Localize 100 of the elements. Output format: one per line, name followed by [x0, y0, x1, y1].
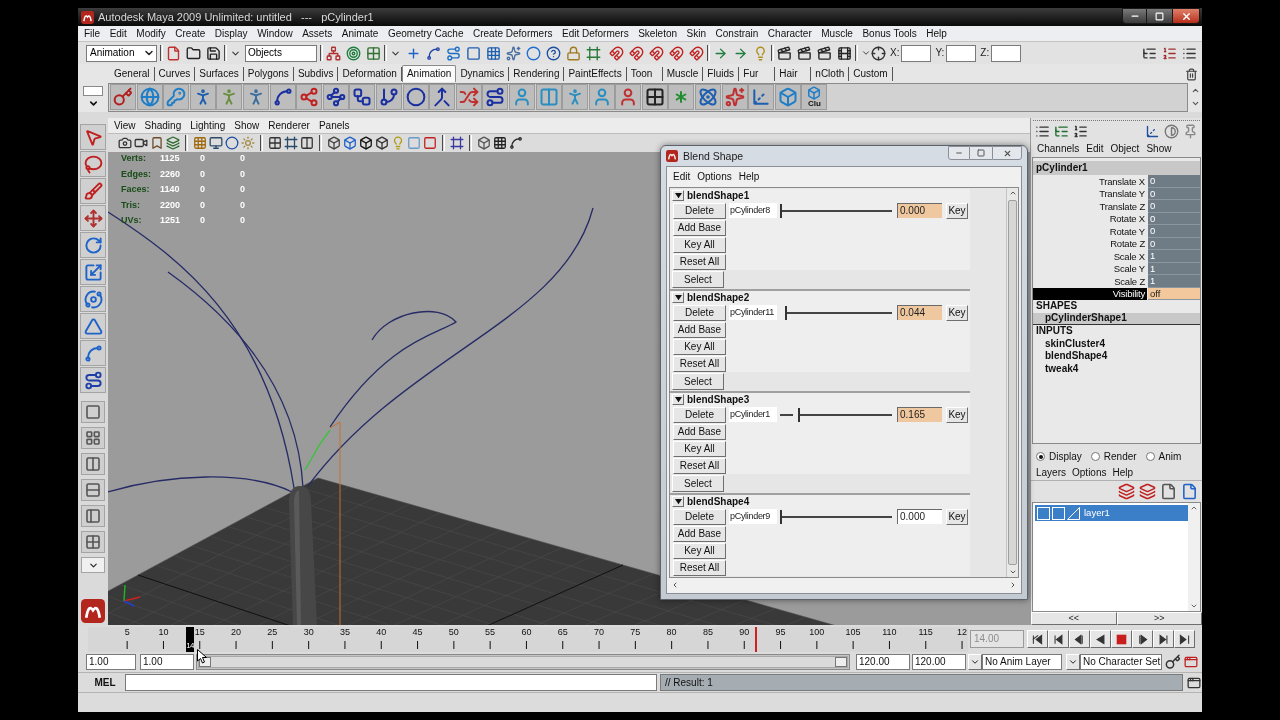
blend-shape-button[interactable]: Reset All [673, 457, 726, 474]
cube-icon[interactable] [359, 136, 373, 150]
menu-item[interactable]: Constrain [715, 28, 759, 39]
input-node[interactable]: blendShape4 [1045, 351, 1108, 362]
spline-icon[interactable] [426, 45, 441, 61]
pointer-icon[interactable] [80, 124, 106, 150]
arrow-right-icon[interactable] [733, 45, 748, 61]
radio-button[interactable] [1145, 452, 1155, 461]
video-camera-icon[interactable] [134, 136, 148, 150]
step-forward-button[interactable] [1132, 630, 1153, 648]
help-icon[interactable] [546, 45, 561, 61]
bookmark-icon[interactable] [150, 136, 164, 150]
move-icon[interactable] [80, 205, 106, 231]
branch-icon[interactable] [375, 84, 402, 110]
slider-thumb[interactable] [798, 407, 801, 422]
menu-item[interactable]: Modify [136, 28, 166, 39]
delete-button[interactable]: Delete [673, 406, 726, 423]
channel-label[interactable]: Scale Z [1033, 275, 1147, 288]
menu-item[interactable]: Assets [302, 28, 333, 39]
file-icon[interactable] [1160, 483, 1177, 500]
input-node[interactable]: skinCluster4 [1045, 338, 1106, 349]
channel-label[interactable]: Translate Y [1033, 187, 1147, 200]
square-icon[interactable] [423, 136, 437, 150]
skip-back-button[interactable] [1027, 630, 1048, 648]
waypoints-icon[interactable] [322, 84, 349, 110]
shelf-tab[interactable]: PaintEffects [564, 67, 627, 81]
channel-label[interactable]: Rotate Z [1033, 237, 1147, 250]
weight-field[interactable]: 0.000 [897, 203, 942, 218]
select-button[interactable]: Select [672, 475, 724, 492]
blend-shape-button[interactable]: Reset All [673, 559, 726, 576]
scale-icon[interactable] [80, 259, 106, 285]
menu-item[interactable]: Help [738, 172, 760, 182]
key-button[interactable]: Key [946, 202, 968, 219]
channel-label[interactable]: Scale Y [1033, 262, 1147, 275]
shelf-tab[interactable]: Toon [626, 67, 663, 81]
figure-icon[interactable] [216, 84, 243, 110]
coordinate-field[interactable] [991, 44, 1022, 62]
shelf-tab[interactable]: Curves [154, 67, 196, 81]
magnet-icon[interactable] [629, 45, 644, 61]
figure-icon[interactable] [242, 84, 269, 110]
sparkles-icon[interactable] [506, 45, 521, 61]
pager-button[interactable]: << [1031, 612, 1117, 625]
object-name[interactable]: pCylinder1 [1033, 161, 1200, 175]
channel-menu-item[interactable]: Channels [1037, 144, 1080, 154]
channel-value-field[interactable]: 0 [1148, 225, 1200, 238]
globe-icon[interactable] [136, 84, 163, 110]
panel-menu-item[interactable]: Panels [318, 120, 350, 131]
sparkles-icon[interactable] [721, 84, 748, 110]
figure-icon[interactable] [189, 84, 216, 110]
blend-shape-button[interactable]: Reset All [673, 355, 726, 372]
shelf-tab[interactable]: Fur [739, 67, 776, 81]
panel-icon[interactable] [81, 505, 105, 527]
person-icon[interactable] [615, 84, 642, 110]
shelf-tab[interactable]: Deformation [338, 67, 402, 81]
key-button[interactable]: Key [946, 304, 968, 321]
slider-track[interactable] [780, 202, 892, 219]
menu-item[interactable]: Skeleton [638, 28, 678, 39]
scroll-down-icon[interactable] [1190, 99, 1200, 108]
trash-icon[interactable] [1185, 68, 1198, 81]
frame-icon[interactable] [586, 45, 601, 61]
command-input[interactable] [125, 674, 657, 691]
list-icon[interactable] [1035, 123, 1050, 139]
file-icon[interactable] [1181, 483, 1198, 500]
save-icon[interactable] [206, 45, 221, 61]
channel-label[interactable]: Visibility [1033, 287, 1147, 300]
orbit-icon[interactable] [80, 286, 106, 312]
key-button[interactable]: Key [946, 508, 968, 525]
scroll-up-icon[interactable] [1190, 86, 1200, 95]
minimize-button[interactable] [1122, 8, 1147, 24]
arrow-right-icon[interactable] [713, 45, 728, 61]
blend-shape-button[interactable]: Reset All [673, 253, 726, 270]
scroll-left-icon[interactable] [671, 580, 679, 589]
layer-row[interactable]: layer1 [1035, 505, 1188, 521]
layers-icon[interactable] [1118, 483, 1135, 500]
blend-shape-button[interactable]: Add Base [673, 423, 726, 440]
end-time-field[interactable]: 120.00 [912, 654, 966, 670]
delete-button[interactable]: Delete [673, 508, 726, 525]
language-toggle[interactable]: MEL [88, 674, 122, 691]
menu-item[interactable]: Geometry Cache [387, 28, 464, 39]
slider-track[interactable] [780, 406, 892, 423]
anim-layer-field[interactable]: No Anim Layer [982, 654, 1062, 670]
workflow-icon[interactable] [349, 84, 376, 110]
radio-label[interactable]: Anim [1158, 451, 1182, 462]
route-icon[interactable] [446, 45, 461, 61]
blend-shape-button[interactable]: Add Base [673, 525, 726, 542]
blend-shape-button[interactable]: Key All [673, 440, 726, 457]
radio-button[interactable] [1090, 452, 1100, 461]
list-icon[interactable] [1073, 123, 1088, 139]
shelf-tab[interactable]: General [110, 67, 155, 81]
route-icon[interactable] [80, 367, 106, 393]
select-button[interactable]: Select [672, 373, 724, 390]
playback-start-field[interactable]: 1.00 [140, 654, 194, 670]
menu-item[interactable]: Skin [686, 28, 707, 39]
frame-icon[interactable] [284, 136, 298, 150]
axis-icon[interactable] [748, 84, 775, 110]
shelf-tab[interactable]: Animation [401, 65, 457, 82]
lasso-icon[interactable] [80, 151, 106, 177]
target-icon[interactable] [346, 45, 361, 61]
layer-menu-item[interactable]: Help [1112, 467, 1134, 478]
select-button[interactable]: Select [672, 271, 724, 288]
